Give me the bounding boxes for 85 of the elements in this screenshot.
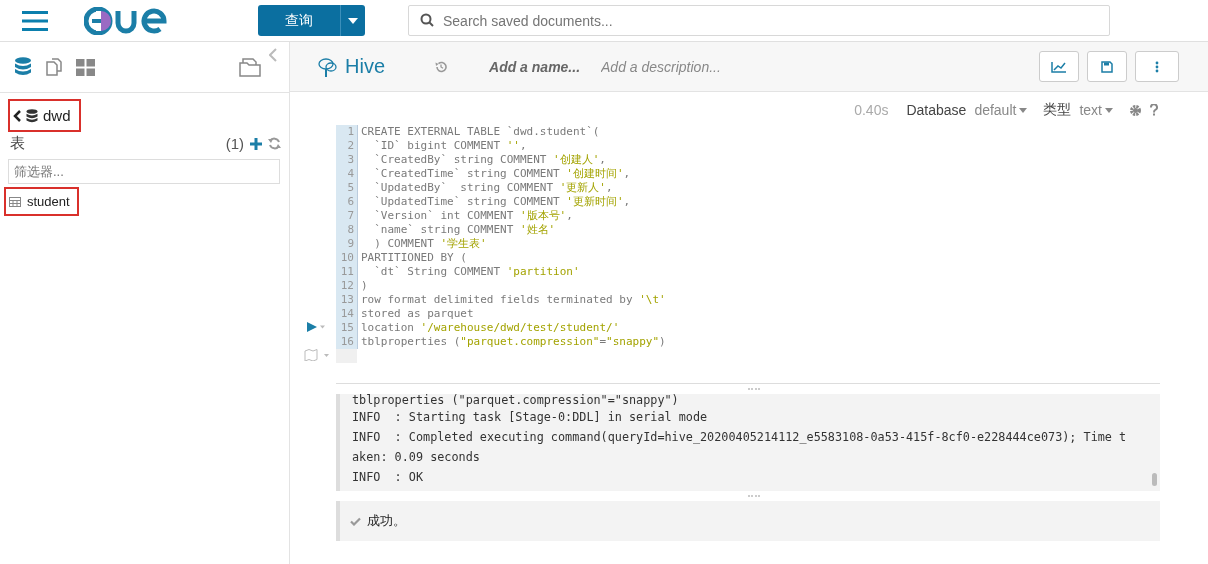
database-icon[interactable] <box>14 57 32 77</box>
database-name: dwd <box>43 107 71 124</box>
database-label: Database <box>906 102 967 118</box>
folder-icon[interactable] <box>239 57 263 77</box>
database-item[interactable]: dwd <box>8 99 81 132</box>
code-line: ) COMMENT '学生表' <box>373 237 487 251</box>
history-icon[interactable] <box>435 60 447 73</box>
code-line: `ID` bigint COMMENT '', <box>373 139 527 153</box>
log-line: aken: 0.09 seconds <box>352 449 481 466</box>
map-icon[interactable] <box>304 349 330 361</box>
save-button[interactable] <box>1087 51 1127 82</box>
code-line: `CreatedBy` string COMMENT '创建人', <box>373 153 606 167</box>
line-number: 2 <box>336 139 358 153</box>
code-line: `CreatedTime` string COMMENT '创建时间', <box>373 167 631 181</box>
code-line: `UpdatedBy` string COMMENT '更新人', <box>373 181 613 195</box>
line-number: 7 <box>336 209 358 223</box>
caret-icon <box>1105 107 1113 113</box>
add-icon[interactable] <box>250 137 262 150</box>
search-icon <box>420 13 434 27</box>
database-icon <box>26 108 38 123</box>
line-number: 5 <box>336 181 358 195</box>
log-line: INFO : Completed executing command(queryId=hive_20200405214112_e5583108-0a53-415f-8cf0-e228444ce073); Time t <box>352 429 1128 446</box>
execution-time: 0.40s <box>854 102 889 118</box>
caret-icon <box>348 17 358 24</box>
chart-button[interactable] <box>1039 51 1079 82</box>
line-number: 12 <box>336 279 358 293</box>
editor-gutter <box>336 349 357 363</box>
settings-icon[interactable] <box>1129 103 1142 117</box>
description-field[interactable]: Add a description... <box>599 57 803 76</box>
caret-icon <box>1019 107 1028 113</box>
name-field[interactable]: Add a name... <box>487 57 599 76</box>
table-count: (1) <box>225 135 244 152</box>
code-line: stored as parquet <box>360 307 474 321</box>
log-line: tblproperties ("parquet.compression"="snappy") <box>352 394 680 407</box>
refresh-icon[interactable] <box>268 137 281 150</box>
line-number: 1 <box>336 125 358 139</box>
log-line: INFO : Starting task [Stage-0:DDL] in serial mode <box>352 409 709 426</box>
line-number: 9 <box>336 237 358 251</box>
help-icon[interactable] <box>1150 104 1158 116</box>
line-number: 14 <box>336 307 358 321</box>
save-icon <box>1101 60 1113 73</box>
line-number: 15 <box>336 321 358 335</box>
run-icon[interactable] <box>307 322 325 332</box>
code-editor[interactable] <box>336 125 666 363</box>
type-dropdown[interactable]: text <box>1079 102 1113 118</box>
chart-icon <box>1051 60 1067 73</box>
table-name: student <box>27 194 70 209</box>
table-icon <box>9 196 21 207</box>
line-number: 8 <box>336 223 358 237</box>
documents-icon[interactable] <box>44 57 64 77</box>
code-line: tblproperties ("parquet.compression"="snappy") <box>360 335 666 349</box>
type-label: 类型 <box>1043 101 1072 119</box>
line-number: 11 <box>336 265 358 279</box>
line-number: 6 <box>336 195 358 209</box>
line-number: 4 <box>336 167 358 181</box>
back-icon <box>13 109 21 122</box>
code-line: row format delimited fields terminated by '\t' <box>360 293 666 307</box>
grid-icon[interactable] <box>76 58 95 76</box>
search-field[interactable]: Search saved documents... <box>408 5 1110 36</box>
filter-field[interactable]: 筛选器... <box>8 159 280 184</box>
table-item[interactable]: student <box>4 187 79 216</box>
section-label: 表 <box>10 134 25 153</box>
database-dropdown[interactable]: default <box>974 102 1028 118</box>
menu-icon[interactable] <box>22 10 48 31</box>
log-line: INFO : OK <box>352 469 425 486</box>
line-number: 13 <box>336 293 358 307</box>
result-message: 成功。 <box>367 512 406 530</box>
line-number: 16 <box>336 335 358 349</box>
code-line: `name` string COMMENT '姓名' <box>373 223 556 237</box>
collapse-icon[interactable] <box>269 48 277 62</box>
check-icon <box>350 516 361 526</box>
code-line: location '/warehouse/dwd/test/student/' <box>360 321 620 335</box>
query-button[interactable]: 查询 <box>258 5 340 36</box>
query-dropdown-button[interactable] <box>340 5 365 36</box>
scrollbar-thumb[interactable] <box>1152 473 1157 486</box>
line-number: 3 <box>336 153 358 167</box>
code-line: ) <box>360 279 368 293</box>
engine-title: Hive <box>345 55 385 78</box>
code-line: `Version` int COMMENT '版本号', <box>373 209 573 223</box>
code-line: `UpdatedTime` string COMMENT '更新时间', <box>373 195 631 209</box>
more-icon <box>1155 60 1159 73</box>
code-line: `dt` String COMMENT 'partition' <box>373 265 580 279</box>
code-line: PARTITIONED BY ( <box>360 251 467 265</box>
code-line: CREATE EXTERNAL TABLE `dwd.student`( <box>360 125 600 139</box>
line-number: 10 <box>336 251 358 265</box>
